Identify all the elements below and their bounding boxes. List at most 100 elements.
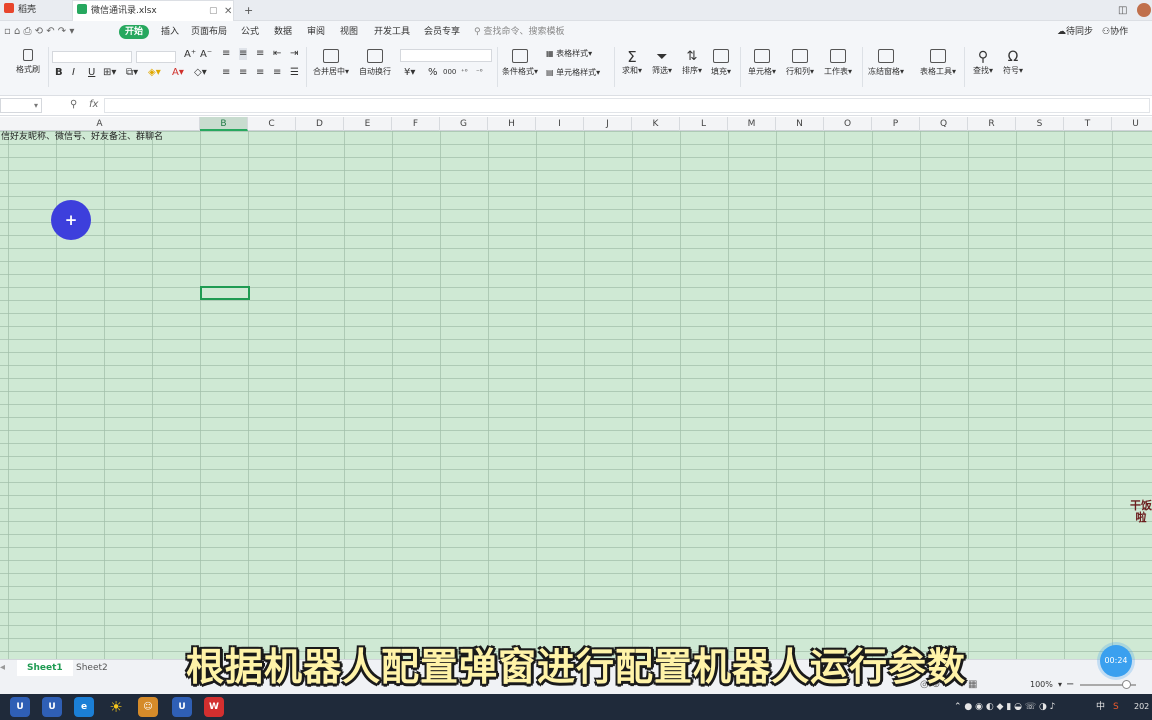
column-header-h[interactable]: H [488, 117, 536, 131]
wrap-button[interactable]: 自动换行 [356, 49, 394, 77]
column-header-d[interactable]: D [296, 117, 344, 131]
indent-icon[interactable]: ⇤ [273, 48, 281, 60]
column-header-e[interactable]: E [344, 117, 392, 131]
align-center-icon[interactable]: ≡ [239, 67, 247, 79]
column-header-a[interactable]: A [0, 117, 200, 131]
app-ub-icon[interactable]: U [10, 697, 30, 717]
zoom-formula-icon[interactable]: ⚲ [70, 99, 77, 111]
column-header-l[interactable]: L [680, 117, 728, 131]
symbol-button[interactable]: Ω 符号▾ [1000, 49, 1026, 76]
increase-decimal-icon[interactable]: ⁺⁰ [461, 66, 468, 78]
menu-data[interactable]: 数据 [274, 25, 292, 39]
font-color-icon[interactable]: A▾ [172, 67, 184, 79]
sync-button[interactable]: ☁待同步 [1057, 25, 1093, 39]
align-right-icon[interactable]: ≡ [256, 67, 264, 79]
currency-button[interactable]: ¥▾ [404, 67, 415, 79]
app-avatar-icon[interactable]: ☺ [138, 697, 158, 717]
merge-button[interactable]: 合并居中▾ [310, 49, 352, 77]
column-header-s[interactable]: S [1016, 117, 1064, 131]
font-name-select[interactable] [52, 51, 132, 63]
decrease-decimal-icon[interactable]: ⁻⁰ [476, 66, 483, 78]
menu-formula[interactable]: 公式 [241, 25, 259, 39]
column-header-p[interactable]: P [872, 117, 920, 131]
sheet-grid[interactable] [0, 131, 1152, 659]
column-header-q[interactable]: Q [920, 117, 968, 131]
cells-button[interactable]: 单元格▾ [746, 49, 778, 77]
theme-icon[interactable]: ⧉▾ [126, 67, 138, 79]
tray-icons[interactable]: ⌃ ● ◉ ◐ ◆ ▮ ◒ ☏ ◑ ♪ [954, 694, 1055, 720]
column-header-c[interactable]: C [248, 117, 296, 131]
sum-button[interactable]: Σ 求和▾ [620, 49, 644, 76]
menu-view[interactable]: 视图 [340, 25, 358, 39]
new-tab-button[interactable]: + [244, 0, 253, 21]
align-top-icon[interactable]: ≡ [222, 48, 230, 60]
window-icon[interactable]: ◫ [1118, 0, 1127, 21]
column-header-g[interactable]: G [440, 117, 488, 131]
align-left-icon[interactable]: ≡ [222, 67, 230, 79]
table-style-button[interactable]: ▦ 表格样式▾ [546, 48, 592, 60]
app-ub-icon[interactable]: U [172, 697, 192, 717]
outdent-icon[interactable]: ⇥ [290, 48, 298, 60]
bold-button[interactable]: B [55, 67, 63, 79]
menu-member[interactable]: 会员专享 [424, 25, 460, 39]
formula-input[interactable] [104, 98, 1150, 113]
column-header-i[interactable]: I [536, 117, 584, 131]
table-tools-button[interactable]: 表格工具▾ [918, 49, 958, 77]
column-header-r[interactable]: R [968, 117, 1016, 131]
filter-button[interactable]: ⏷ 筛选▾ [650, 49, 674, 76]
fill-button[interactable]: 填充▾ [709, 49, 733, 77]
thousands-button[interactable]: 000 [443, 66, 456, 78]
menu-insert[interactable]: 插入 [161, 25, 179, 39]
cell-style-button[interactable]: ▤ 单元格样式▾ [546, 67, 600, 79]
sogou-icon[interactable]: S [1113, 694, 1119, 720]
sun-icon[interactable]: ☀ [106, 697, 126, 717]
italic-button[interactable]: I [72, 67, 75, 79]
clock-date[interactable]: 202 [1134, 694, 1149, 720]
close-icon[interactable]: ✕ [224, 1, 232, 22]
menu-review[interactable]: 审阅 [307, 25, 325, 39]
distribute-icon[interactable]: ☰ [290, 67, 299, 79]
column-header-f[interactable]: F [392, 117, 440, 131]
percent-button[interactable]: % [428, 67, 438, 79]
find-button[interactable]: ⚲ 查找▾ [970, 49, 996, 76]
collab-button[interactable]: ⚇协作 [1102, 25, 1128, 39]
tab-workbook[interactable]: 微信通讯录.xlsx ▢ ✕ [72, 0, 234, 21]
fill-color-icon[interactable]: ◈▾ [148, 67, 161, 79]
pin-icon[interactable]: ▢ [209, 1, 218, 22]
sort-button[interactable]: ⇅ 排序▾ [680, 49, 704, 76]
ime-indicator[interactable]: 中 [1096, 694, 1105, 720]
cell-a1[interactable]: 信好友昵称、微信号、好友备注、群聊名 [1, 131, 163, 144]
column-header-n[interactable]: N [776, 117, 824, 131]
justify-icon[interactable]: ≡ [273, 67, 281, 79]
avatar[interactable] [1137, 3, 1151, 17]
font-size-select[interactable] [136, 51, 176, 63]
column-header-m[interactable]: M [728, 117, 776, 131]
tab-docer[interactable]: 稻壳 [0, 0, 70, 21]
selected-cell[interactable] [200, 286, 250, 300]
browser-icon[interactable]: e [74, 697, 94, 717]
menu-layout[interactable]: 页面布局 [191, 25, 227, 39]
font-grow-icon[interactable]: A⁺ [184, 49, 196, 61]
format-painter-button[interactable]: 格式刷 [14, 49, 42, 75]
fx-icon[interactable]: fx [89, 99, 98, 111]
menu-dev[interactable]: 开发工具 [374, 25, 410, 39]
name-box[interactable]: ▾ [0, 98, 42, 113]
column-header-u[interactable]: U [1112, 117, 1152, 131]
menu-home[interactable]: 开始 [119, 25, 150, 39]
align-middle-icon[interactable]: ≡ [239, 48, 248, 60]
worksheet-button[interactable]: 工作表▾ [822, 49, 854, 77]
underline-button[interactable]: U [88, 67, 95, 79]
app-ub-icon[interactable]: U [42, 697, 62, 717]
font-shrink-icon[interactable]: A⁻ [200, 49, 212, 61]
freeze-button[interactable]: 冻结窗格▾ [866, 49, 906, 77]
column-header-j[interactable]: J [584, 117, 632, 131]
cond-format-button[interactable]: 条件格式▾ [500, 49, 540, 77]
number-format-select[interactable] [400, 49, 492, 62]
border-icon[interactable]: ⊞▾ [103, 67, 116, 79]
column-header-k[interactable]: K [632, 117, 680, 131]
column-header-b[interactable]: B [200, 117, 248, 131]
eraser-icon[interactable]: ◇▾ [194, 67, 207, 79]
command-search[interactable]: ⚲ 查找命令、搜索模板 [474, 25, 564, 39]
toolbar-quick-icons[interactable]: ▫ ⌂ ⎙ ⟲ ↶ ↷ ▾ [4, 26, 74, 38]
column-header-t[interactable]: T [1064, 117, 1112, 131]
